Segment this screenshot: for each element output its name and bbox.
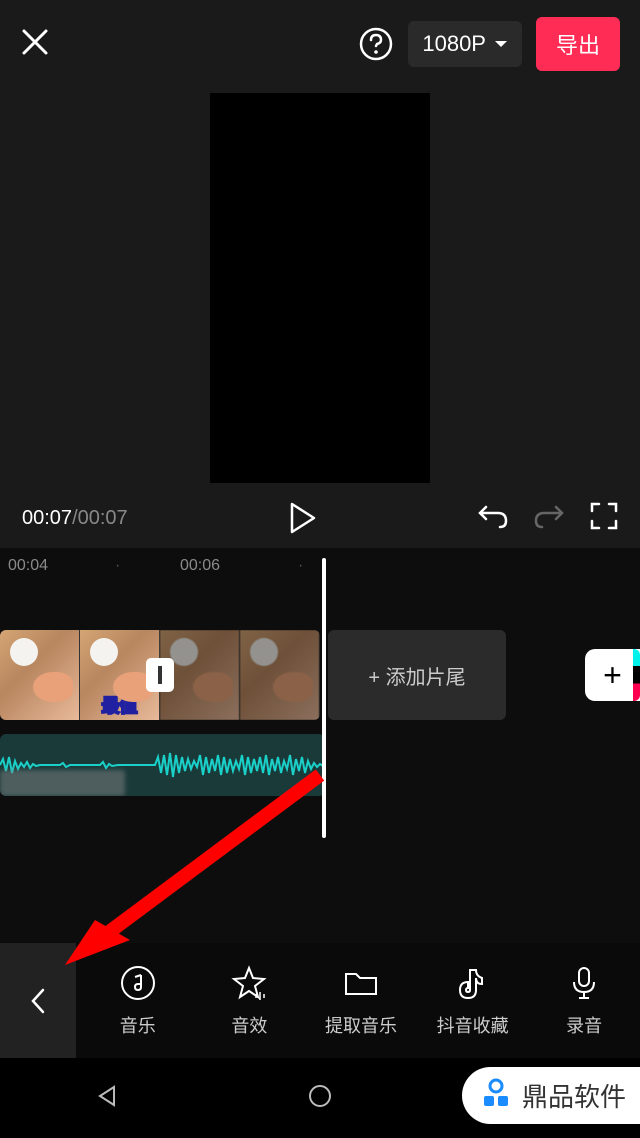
redo-icon [534,503,564,529]
playback-bar: 00:07/00:07 [0,488,640,548]
tool-sfx[interactable]: 音效 [194,943,306,1058]
nav-back[interactable] [94,1083,120,1114]
add-ending-button[interactable]: + 添加片尾 [328,630,506,720]
timeline-area[interactable]: 00:04 · 00:06 · 最值 + 添加片尾 + [0,548,640,943]
header-bar: 1080P 导出 [0,0,640,88]
play-button[interactable] [289,502,317,534]
help-icon [358,26,394,62]
tool-douyin-fav[interactable]: 抖音收藏 [417,943,529,1058]
close-button[interactable] [20,27,50,62]
watermark-text: 鼎品软件 [522,1077,626,1114]
nav-home[interactable] [307,1083,333,1114]
ruler-tick: 00:04 [8,557,48,575]
add-ending-label: + 添加片尾 [368,661,465,690]
folder-icon [342,964,380,1002]
playhead[interactable] [322,558,326,838]
audio-clip[interactable] [0,734,325,796]
transition-icon [152,664,168,686]
timeline-ruler: 00:04 · 00:06 · [0,548,640,584]
close-icon [20,27,50,57]
watermark-logo-icon [478,1078,514,1114]
tool-label: 录音 [566,1012,602,1038]
tool-record[interactable]: 录音 [528,943,640,1058]
undo-icon [478,503,508,529]
help-button[interactable] [358,26,394,62]
back-button[interactable] [0,943,76,1058]
redo-button[interactable] [534,503,564,534]
preview-canvas[interactable] [210,93,430,483]
video-track: 最值 + 添加片尾 + [0,630,640,720]
export-label: 导出 [556,33,600,58]
add-clip-stripe [633,649,640,701]
undo-button[interactable] [478,503,508,534]
play-icon [289,502,317,534]
fullscreen-icon [590,502,618,530]
resolution-label: 1080P [422,31,486,57]
export-button[interactable]: 导出 [536,17,620,71]
clip-thumbnail [0,630,80,720]
fullscreen-button[interactable] [590,502,618,535]
watermark: 鼎品软件 [462,1067,640,1124]
chevron-down-icon [494,39,508,49]
transition-button[interactable] [146,658,174,692]
tool-extract[interactable]: 提取音乐 [305,943,417,1058]
chevron-left-icon [29,986,47,1016]
mic-icon [565,964,603,1002]
clip-thumbnail [240,630,320,720]
tool-label: 抖音收藏 [437,1012,509,1038]
ruler-tick: 00:06 [180,557,220,575]
audio-label [0,770,125,796]
resolution-selector[interactable]: 1080P [408,21,522,67]
circle-home-icon [307,1083,333,1109]
tool-label: 提取音乐 [325,1012,397,1038]
add-clip-button[interactable]: + [585,649,640,701]
tool-label: 音效 [231,1012,267,1038]
plus-icon: + [603,657,622,694]
current-time: 00:07 [22,507,72,529]
total-time: 00:07 [78,507,128,529]
douyin-icon [454,964,492,1002]
tool-music[interactable]: 音乐 [82,943,194,1058]
triangle-back-icon [94,1083,120,1109]
timecode: 00:07/00:07 [22,507,128,530]
preview-area [0,88,640,488]
audio-toolbar: 音乐 音效 提取音乐 抖音收藏 录音 [0,943,640,1058]
star-icon [230,964,268,1002]
tool-label: 音乐 [120,1012,156,1038]
music-icon [119,964,157,1002]
